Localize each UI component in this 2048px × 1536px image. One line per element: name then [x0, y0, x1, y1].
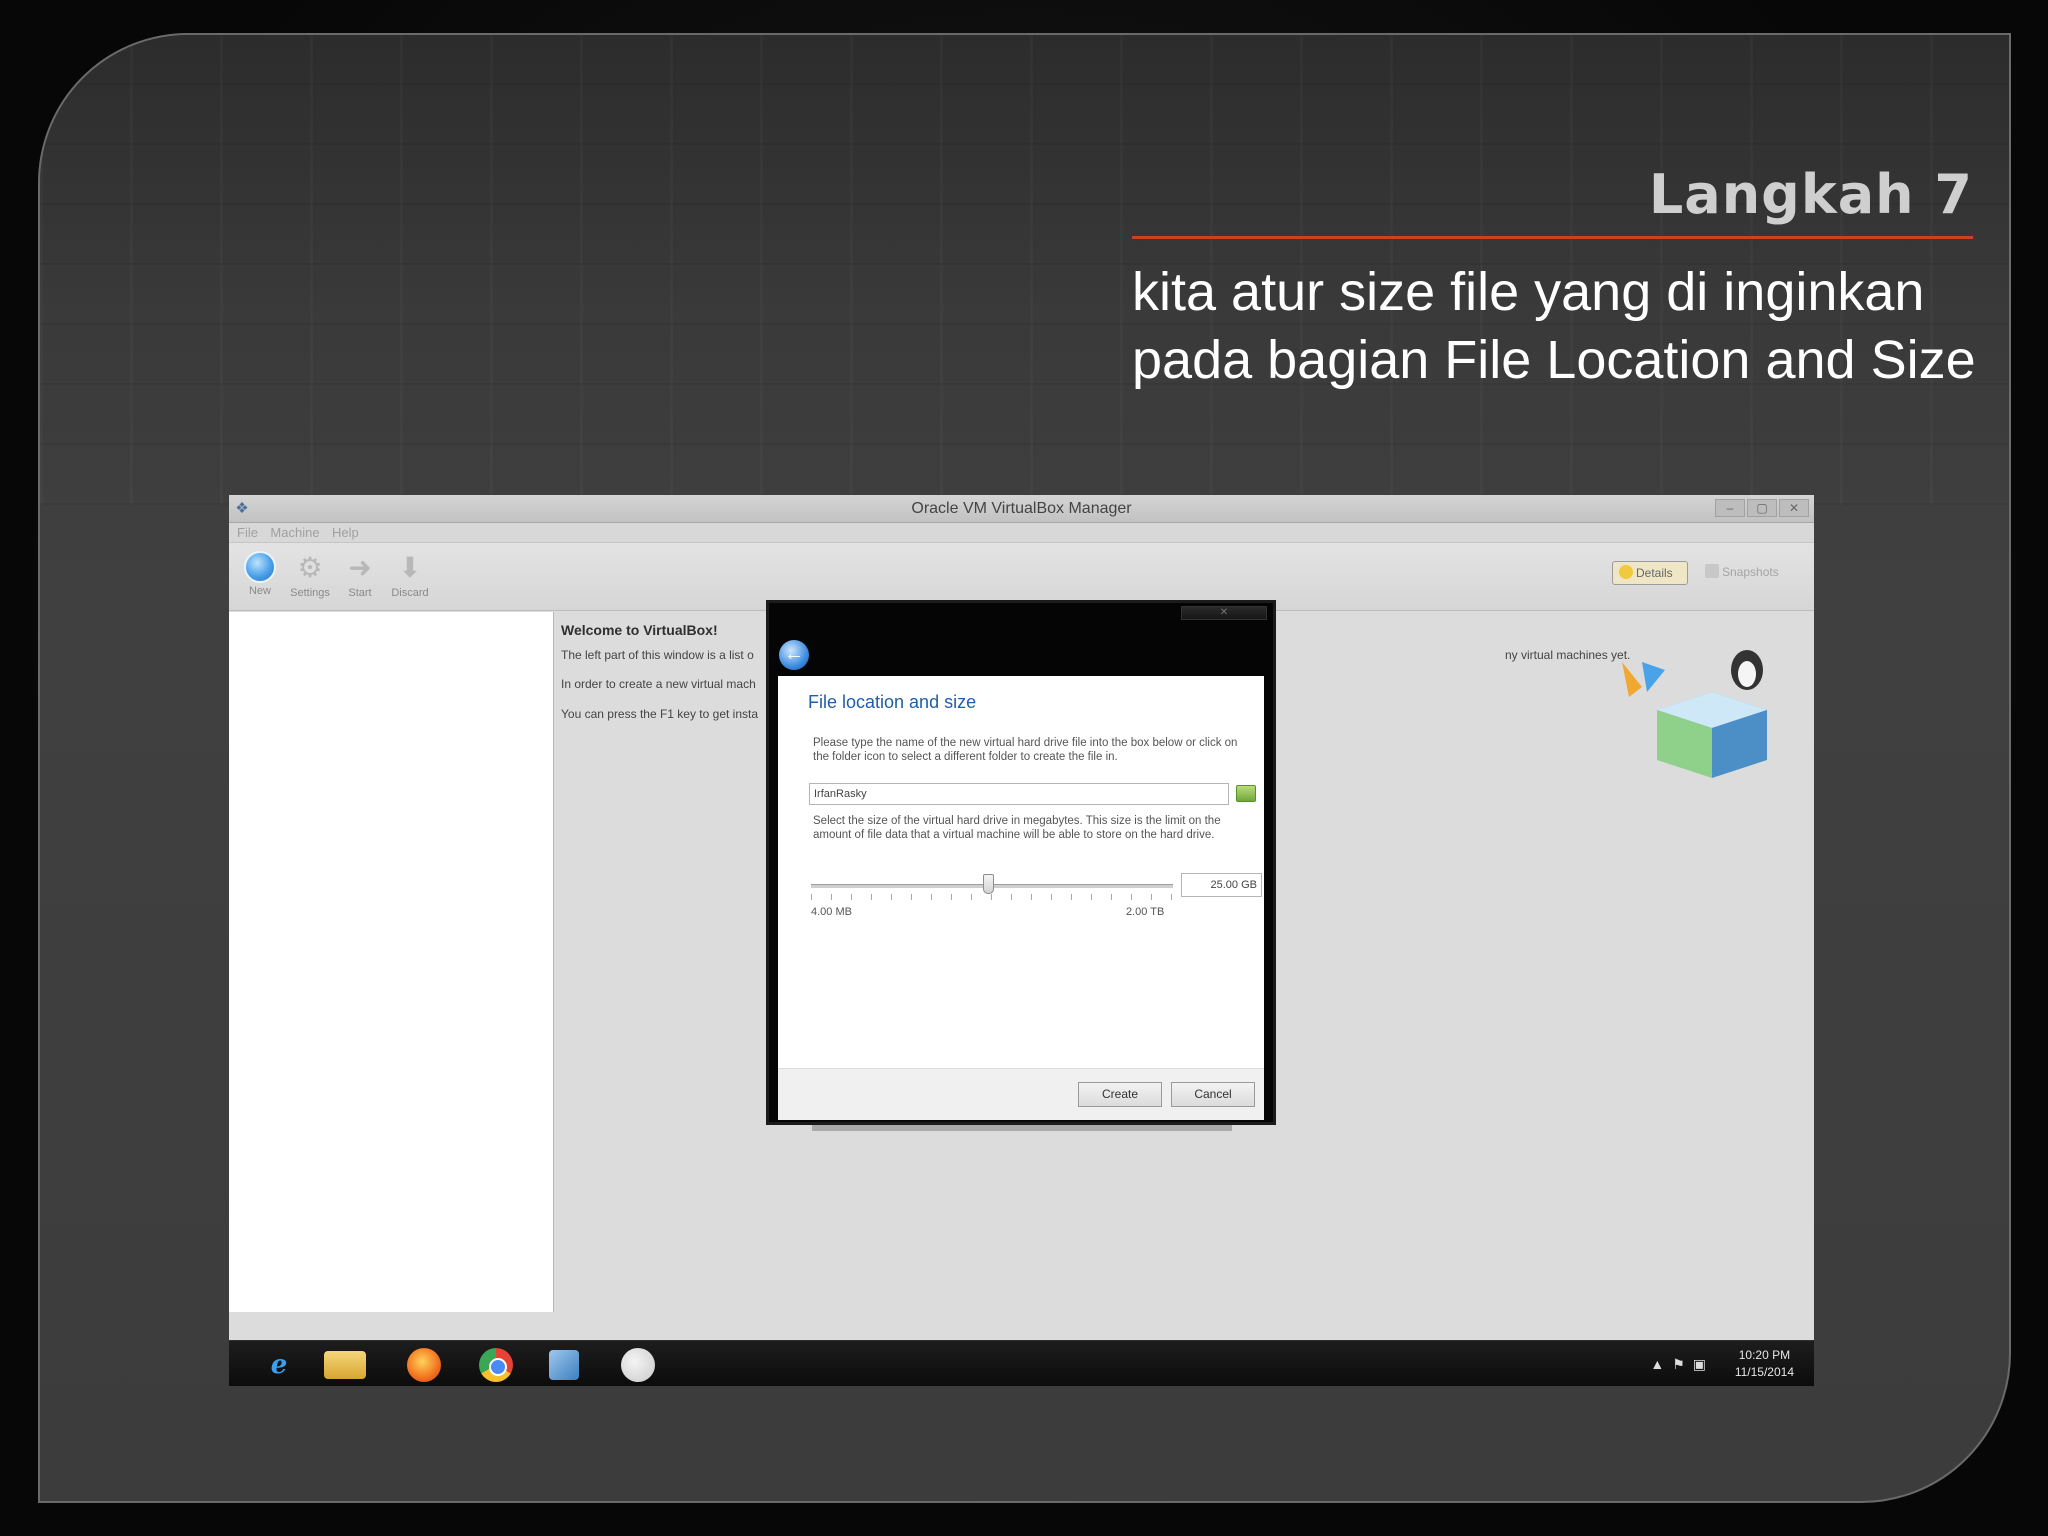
new-vm-button[interactable]: New: [235, 551, 285, 597]
minimize-button[interactable]: –: [1715, 499, 1745, 517]
size-input[interactable]: [1181, 873, 1262, 897]
snapshots-tab[interactable]: Snapshots: [1699, 561, 1789, 585]
welcome-line-1-tail: ny virtual machines yet.: [1505, 648, 1631, 662]
clock-date: 11/15/2014: [1734, 1365, 1794, 1379]
wizard-footer: Create Cancel: [778, 1068, 1264, 1120]
window-controls: – ▢ ✕: [1713, 499, 1809, 517]
virtualbox-taskbar-icon[interactable]: [549, 1350, 579, 1380]
back-arrow-icon[interactable]: ←: [779, 640, 809, 670]
new-vm-icon: [244, 551, 276, 583]
system-tray-icons[interactable]: ▲⚑▣: [1650, 1356, 1714, 1373]
details-tab[interactable]: Details: [1612, 561, 1688, 585]
size-slider-thumb[interactable]: [983, 874, 995, 894]
size-range-max: 2.00 TB: [1126, 906, 1165, 918]
wizard-heading: File location and size: [808, 692, 977, 712]
discard-label: Discard: [391, 587, 429, 599]
size-instructions: Select the size of the virtual hard driv…: [813, 815, 1221, 841]
start-label: Start: [348, 587, 372, 599]
snapshots-label: Snapshots: [1722, 565, 1779, 579]
welcome-title: Welcome to VirtualBox!: [561, 622, 718, 638]
welcome-line-1: The left part of this window is a list o: [561, 648, 754, 662]
size-slider-ticks: [811, 894, 1173, 900]
welcome-line-3: You can press the F1 key to get insta: [561, 707, 759, 721]
menu-machine[interactable]: Machine: [270, 523, 319, 543]
welcome-line-2: In order to create a new virtual mach: [561, 677, 756, 691]
window-title: Oracle VM VirtualBox Manager: [911, 500, 1132, 517]
size-range-min: 4.00 MB: [811, 906, 852, 918]
create-button[interactable]: Create: [1078, 1082, 1162, 1107]
paint-icon[interactable]: [621, 1348, 655, 1382]
details-icon: [1619, 565, 1633, 579]
slide-title: Langkah 7: [1648, 163, 1973, 226]
dialog-close-button[interactable]: ✕: [1181, 606, 1267, 620]
close-button[interactable]: ✕: [1779, 499, 1809, 517]
cancel-button[interactable]: Cancel: [1171, 1082, 1255, 1107]
clock-time: 10:20 PM: [1738, 1348, 1791, 1362]
menu-help[interactable]: Help: [332, 523, 359, 543]
wizard-page: File location and size Please type the n…: [778, 676, 1264, 1068]
gear-icon: ⚙: [297, 552, 323, 583]
slide-body-text: kita atur size file yang di inginkan pad…: [1132, 262, 1976, 390]
vm-list-pane[interactable]: [229, 612, 554, 1312]
folder-icon[interactable]: [1236, 785, 1256, 802]
settings-label: Settings: [290, 587, 330, 599]
chrome-icon[interactable]: [479, 1348, 513, 1382]
snapshots-icon: [1705, 564, 1719, 578]
file-name-input[interactable]: [809, 783, 1229, 805]
create-disk-wizard: ✕ ← File location and size Please type t…: [766, 600, 1276, 1125]
firefox-icon[interactable]: [407, 1348, 441, 1382]
virtualbox-screenshot: ❖ Oracle VM VirtualBox Manager – ▢ ✕ Fil…: [229, 495, 1814, 1386]
settings-button[interactable]: ⚙ Settings: [285, 551, 335, 599]
file-location-instructions: Please type the name of the new virtual …: [813, 737, 1238, 763]
start-button[interactable]: ➜ Start: [335, 551, 385, 599]
discard-button[interactable]: ⬇ Discard: [385, 551, 435, 599]
start-arrow-icon: ➜: [348, 552, 372, 583]
menu-file[interactable]: File: [237, 523, 258, 543]
title-divider: [1132, 236, 1973, 239]
new-label: New: [248, 585, 271, 597]
discard-arrow-icon: ⬇: [398, 552, 422, 583]
windows-taskbar: e ▲⚑▣ 10:20 PM 11/15/2014: [229, 1340, 1814, 1386]
taskbar-clock[interactable]: 10:20 PM 11/15/2014: [1735, 1347, 1794, 1381]
maximize-button[interactable]: ▢: [1747, 499, 1777, 517]
details-label: Details: [1636, 566, 1673, 580]
internet-explorer-icon[interactable]: e: [262, 1348, 296, 1382]
virtualbox-logo: [1622, 648, 1792, 778]
file-explorer-icon[interactable]: [324, 1351, 366, 1379]
menubar: File Machine Help: [229, 523, 1814, 543]
window-titlebar: ❖ Oracle VM VirtualBox Manager – ▢ ✕: [229, 495, 1814, 523]
